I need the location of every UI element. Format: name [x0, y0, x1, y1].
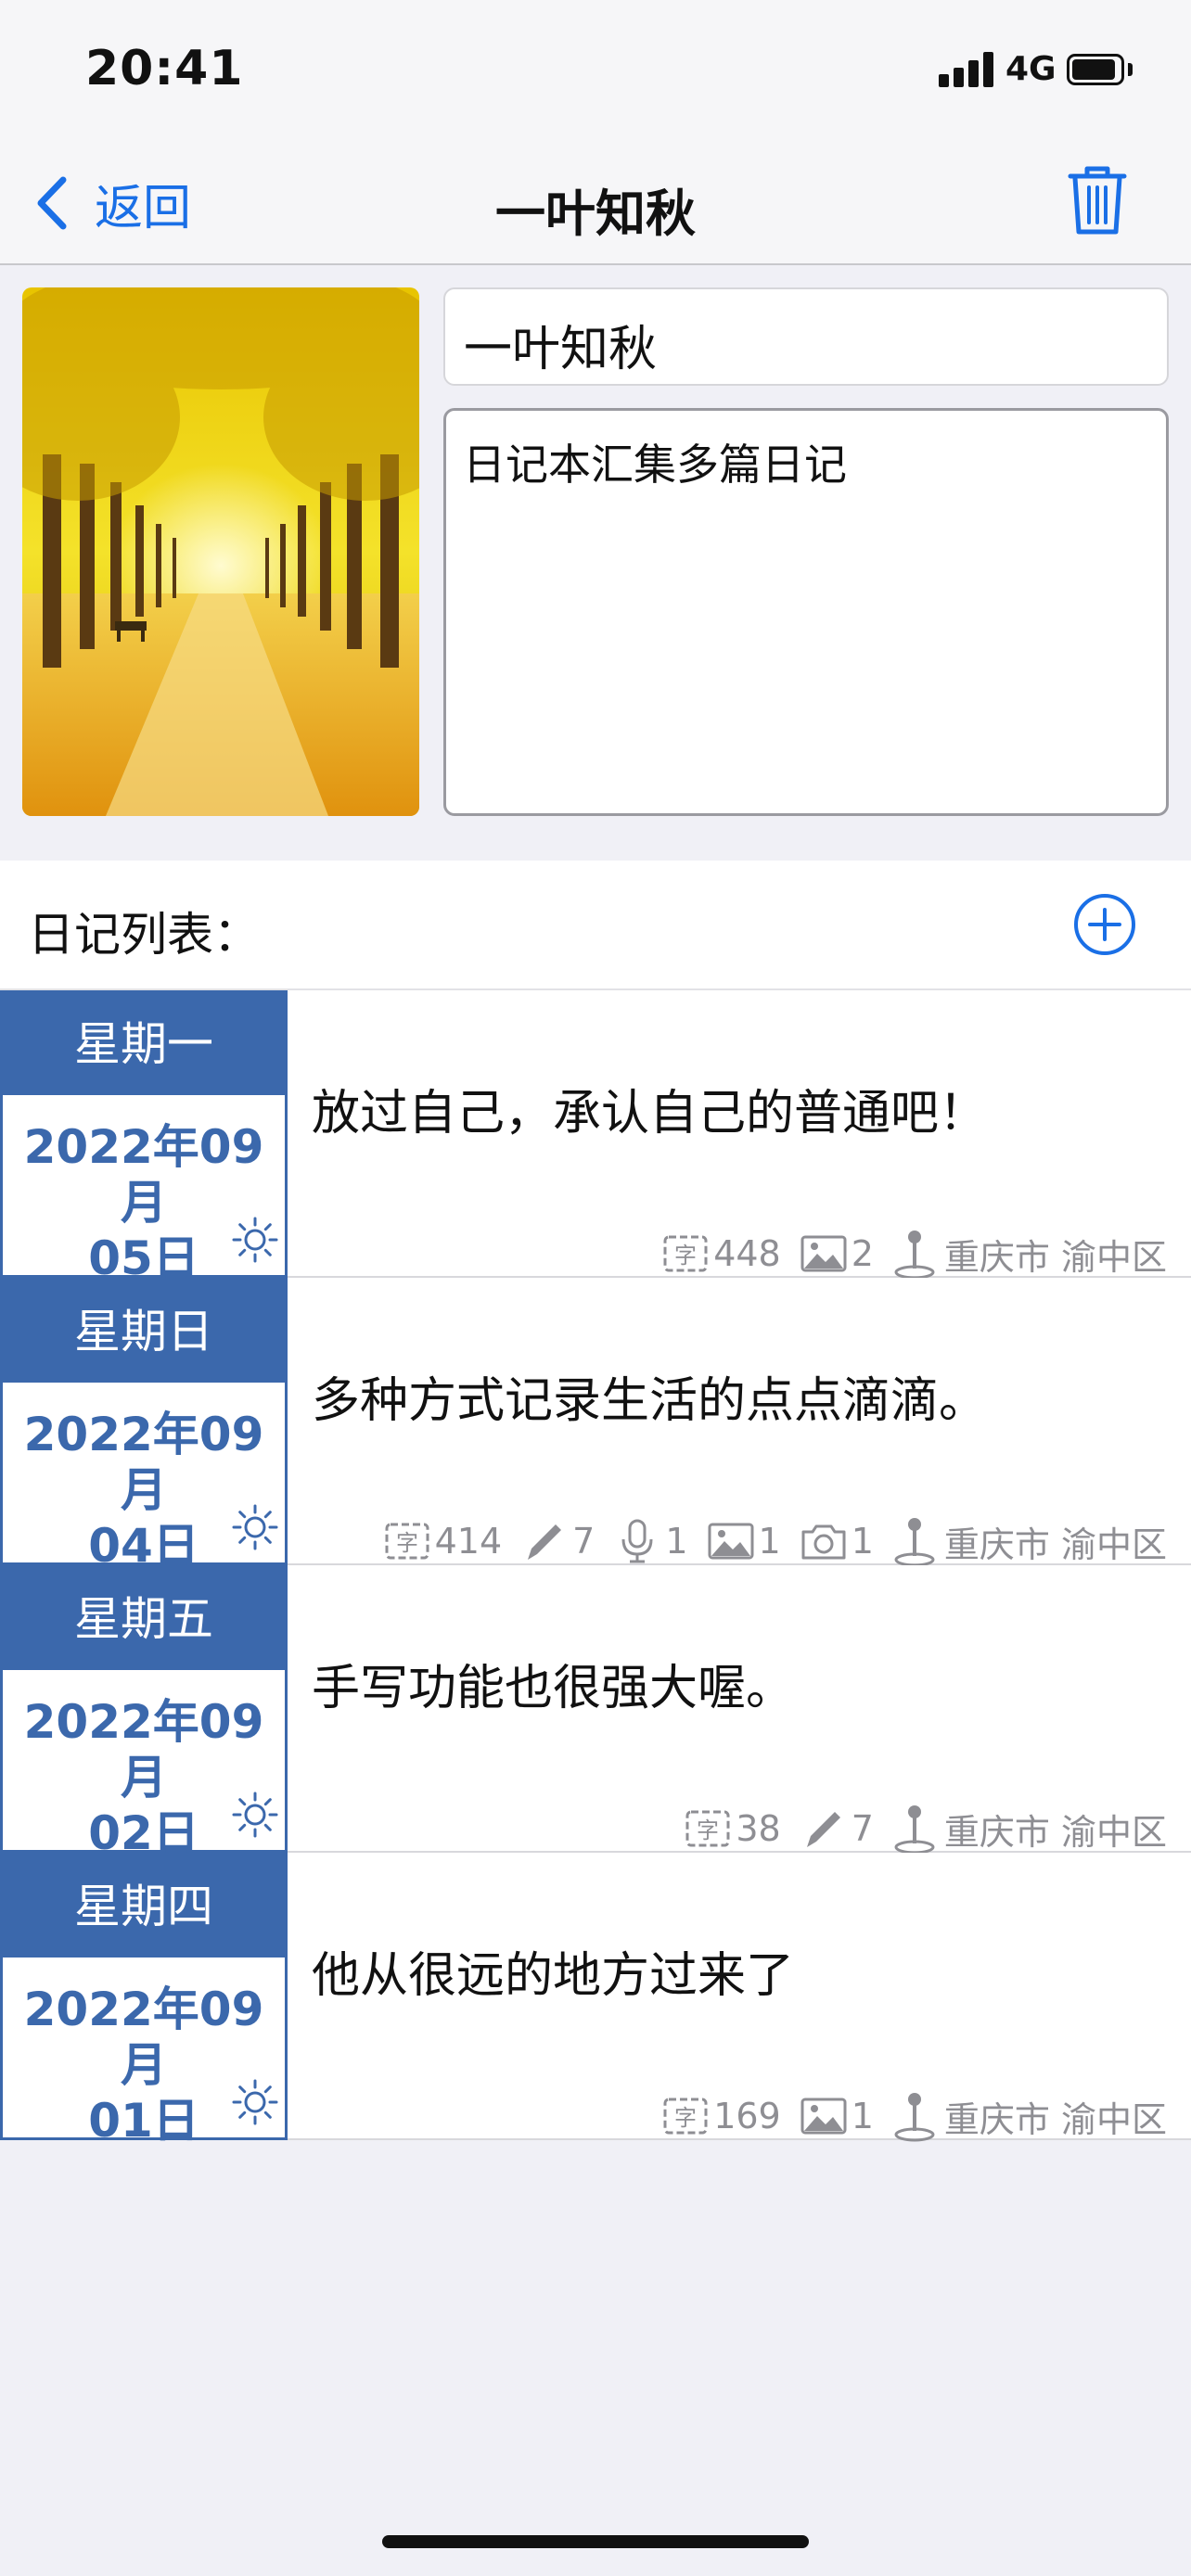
sun-icon — [231, 2078, 279, 2126]
entry-text: 多种方式记录生活的点点滴滴。 — [312, 1373, 988, 1429]
pen-icon — [520, 1517, 569, 1565]
status-bar: 20:41 4G — [0, 0, 1191, 139]
drawing-count: 7 — [520, 1517, 595, 1565]
word-count-value: 414 — [434, 1521, 503, 1562]
drawing-count-value: 7 — [572, 1521, 596, 1562]
status-time: 20:41 — [85, 41, 244, 96]
diary-list-title: 日记列表： — [28, 908, 260, 962]
image-icon — [800, 1230, 848, 1278]
location-value: 重庆市 渝中区 — [943, 1524, 1167, 1565]
location: 重庆市 渝中区 — [892, 1228, 1167, 1280]
entry-date-block: 星期五 2022年09月 02日 — [0, 1565, 288, 1860]
page-title: 一叶知秋 — [495, 185, 696, 243]
pen-icon — [800, 1804, 848, 1853]
battery-cap — [1128, 63, 1133, 76]
image-count-value: 1 — [851, 2096, 874, 2136]
photo-count: 1 — [800, 1517, 874, 1565]
location-value: 重庆市 渝中区 — [943, 2098, 1167, 2140]
image-count: 1 — [707, 1517, 781, 1565]
battery-icon — [1067, 54, 1124, 85]
entry-meta: 414 7 1 1 1 重庆市 渝中区 — [365, 1515, 1167, 1567]
entry-meta: 38 7 重庆市 渝中区 — [665, 1803, 1167, 1855]
location-pin-icon — [892, 1228, 937, 1280]
notebook-description-input[interactable]: 日记本汇集多篇日记 — [443, 408, 1169, 816]
sun-icon — [231, 1791, 279, 1839]
entry-date-line1: 2022年09月 — [23, 1983, 264, 2092]
image-count-value: 2 — [851, 1233, 874, 1274]
word-count-icon — [661, 1230, 710, 1278]
image-icon — [800, 2092, 848, 2140]
entry-weekday: 星期一 — [3, 993, 285, 1095]
microphone-icon — [613, 1517, 661, 1565]
entry-weekday: 星期日 — [3, 1281, 285, 1383]
autumn-avenue-image — [22, 287, 419, 816]
home-indicator[interactable] — [382, 2535, 809, 2548]
entry-text: 手写功能也很强大喔。 — [312, 1661, 795, 1716]
entry-text: 放过自己，承认自己的普通吧！ — [312, 1086, 988, 1141]
diary-list-header: 日记列表： — [0, 861, 1191, 990]
word-count-icon — [684, 1804, 732, 1853]
word-count: 448 — [661, 1230, 781, 1278]
notebook-header: 一叶知秋 日记本汇集多篇日记 — [0, 267, 1191, 861]
image-count-value: 1 — [758, 1521, 781, 1562]
drawing-count: 7 — [800, 1804, 874, 1853]
cover-image[interactable] — [22, 287, 419, 816]
cellular-signal-icon — [939, 52, 994, 87]
entry-weekday: 星期五 — [3, 1568, 285, 1670]
entry-date-line1: 2022年09月 — [23, 1120, 264, 1230]
entry-date-block: 星期四 2022年09月 01日 — [0, 1853, 288, 2148]
location: 重庆市 渝中区 — [892, 2090, 1167, 2142]
audio-count-value: 1 — [665, 1521, 688, 1562]
word-count: 169 — [661, 2092, 781, 2140]
entry-weekday: 星期四 — [3, 1855, 285, 1958]
add-entry-button[interactable] — [1072, 892, 1137, 957]
location-pin-icon — [892, 1515, 937, 1567]
diary-entry[interactable]: 星期四 2022年09月 01日 他从很远的地方过来了 169 1 重庆市 渝中… — [0, 1853, 1191, 2148]
entry-meta: 448 2 重庆市 渝中区 — [643, 1228, 1167, 1280]
screen: 20:41 4G 返回 一叶知秋 一叶知秋 日记本汇集多篇日记 日记列表： 星期… — [0, 0, 1191, 2576]
image-count: 1 — [800, 2092, 874, 2140]
word-count-value: 448 — [713, 1233, 781, 1274]
sun-icon — [231, 1216, 279, 1264]
word-count-value: 169 — [713, 2096, 781, 2136]
photo-count-value: 1 — [851, 1521, 874, 1562]
location-pin-icon — [892, 1803, 937, 1855]
entry-date-line1: 2022年09月 — [23, 1695, 264, 1804]
notebook-title-input[interactable]: 一叶知秋 — [443, 287, 1169, 386]
word-count-value: 38 — [736, 1808, 781, 1849]
entry-text: 他从很远的地方过来了 — [312, 1948, 795, 2004]
entry-meta: 169 1 重庆市 渝中区 — [643, 2090, 1167, 2142]
diary-entry[interactable]: 星期一 2022年09月 05日 放过自己，承认自己的普通吧！ 448 2 重庆… — [0, 990, 1191, 1285]
word-count: 414 — [383, 1517, 503, 1565]
location: 重庆市 渝中区 — [892, 1803, 1167, 1855]
audio-count: 1 — [613, 1517, 688, 1565]
entry-date-line1: 2022年09月 — [23, 1408, 264, 1517]
word-count-icon — [383, 1517, 431, 1565]
location: 重庆市 渝中区 — [892, 1515, 1167, 1567]
entry-date-block: 星期一 2022年09月 05日 — [0, 990, 288, 1285]
location-value: 重庆市 渝中区 — [943, 1811, 1167, 1853]
image-icon — [707, 1517, 755, 1565]
diary-entry[interactable]: 星期日 2022年09月 04日 多种方式记录生活的点点滴滴。 414 7 1 … — [0, 1278, 1191, 1573]
diary-entry[interactable]: 星期五 2022年09月 02日 手写功能也很强大喔。 38 7 重庆市 渝中区 — [0, 1565, 1191, 1860]
location-value: 重庆市 渝中区 — [943, 1236, 1167, 1278]
sun-icon — [231, 1503, 279, 1551]
trash-icon[interactable] — [1067, 163, 1128, 237]
image-count: 2 — [800, 1230, 874, 1278]
word-count-icon — [661, 2092, 710, 2140]
word-count: 38 — [684, 1804, 781, 1853]
entry-date-block: 星期日 2022年09月 04日 — [0, 1278, 288, 1573]
nav-bar: 返回 一叶知秋 — [0, 139, 1191, 265]
camera-icon — [800, 1517, 848, 1565]
network-type: 4G — [1005, 50, 1057, 88]
location-pin-icon — [892, 2090, 937, 2142]
drawing-count-value: 7 — [851, 1808, 874, 1849]
